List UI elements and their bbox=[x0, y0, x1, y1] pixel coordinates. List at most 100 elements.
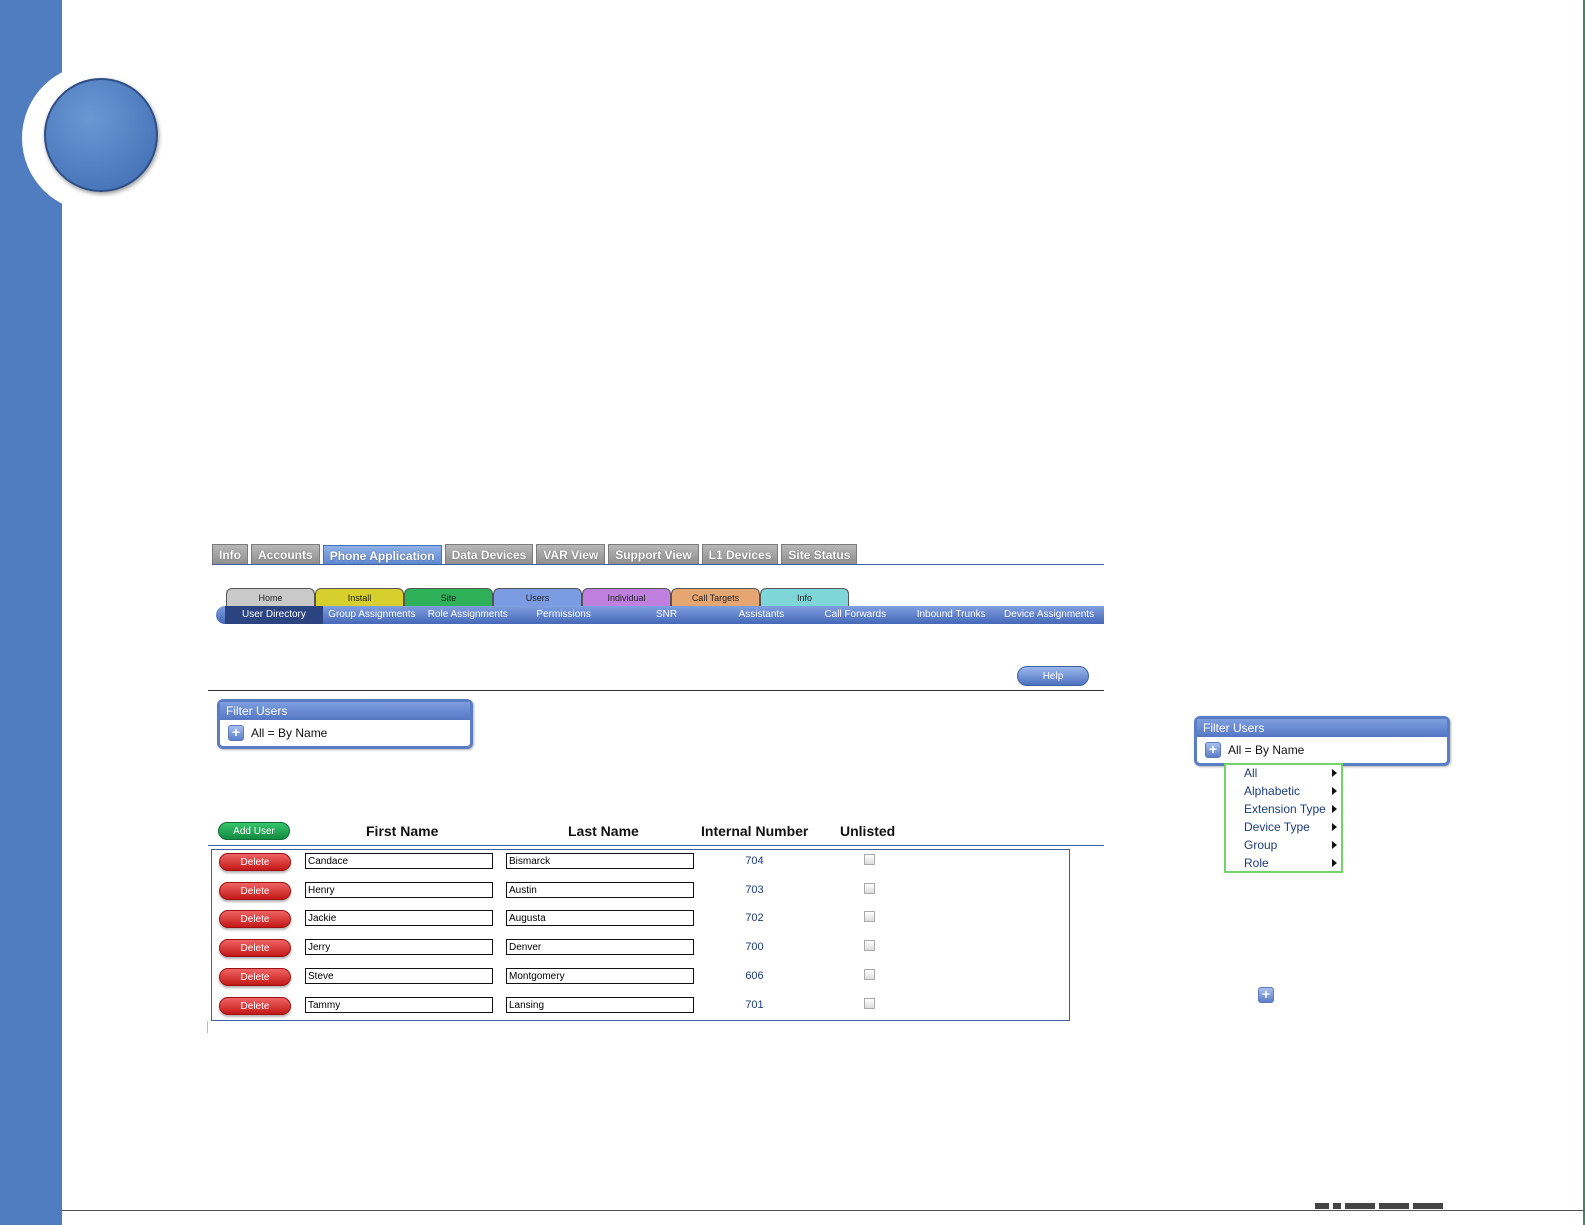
column-header-first-name: First Name bbox=[366, 823, 439, 839]
unlisted-checkbox[interactable] bbox=[864, 883, 875, 894]
column-header-unlisted: Unlisted bbox=[840, 823, 896, 839]
tab-support-view[interactable]: Support View bbox=[608, 544, 699, 564]
internal-number: 700 bbox=[745, 941, 764, 953]
filter-users-title: Filter Users bbox=[1197, 719, 1447, 737]
chevron-right-icon bbox=[1332, 769, 1337, 777]
plus-icon[interactable]: + bbox=[228, 725, 244, 741]
tab-site-status[interactable]: Site Status bbox=[781, 544, 858, 564]
section-tab-info[interactable]: Info bbox=[760, 588, 849, 606]
page: { "top_tabs": [ {"label": "Info", "activ… bbox=[0, 0, 1585, 1225]
last-name-field[interactable] bbox=[506, 968, 694, 984]
table-row: Delete 606 bbox=[212, 966, 1069, 994]
subnav-permissions[interactable]: Permissions bbox=[515, 606, 613, 624]
delete-button[interactable]: Delete bbox=[219, 997, 291, 1015]
last-name-field[interactable] bbox=[506, 853, 694, 869]
unlisted-checkbox[interactable] bbox=[864, 969, 875, 980]
table-row: Delete 702 bbox=[212, 908, 1069, 936]
tab-var-view[interactable]: VAR View bbox=[536, 544, 606, 564]
unlisted-checkbox[interactable] bbox=[864, 854, 875, 865]
header-divider bbox=[208, 845, 1104, 846]
subnav-group-assignments[interactable]: Group Assignments bbox=[323, 606, 421, 624]
plus-icon[interactable]: + bbox=[1258, 987, 1274, 1003]
internal-number: 704 bbox=[745, 855, 764, 867]
add-user-button[interactable]: Add User bbox=[218, 822, 290, 840]
unlisted-checkbox[interactable] bbox=[864, 911, 875, 922]
subnav-assistants[interactable]: Assistants bbox=[720, 606, 802, 624]
tab-accounts[interactable]: Accounts bbox=[251, 544, 320, 564]
delete-button[interactable]: Delete bbox=[219, 910, 291, 928]
section-tab-users[interactable]: Users bbox=[493, 588, 582, 606]
filter-dropdown-menu: All Alphabetic Extension Type Device Typ… bbox=[1224, 763, 1343, 873]
column-header-internal-number: Internal Number bbox=[701, 823, 809, 839]
chevron-right-icon bbox=[1332, 823, 1337, 831]
delete-button[interactable]: Delete bbox=[219, 939, 291, 957]
subnav-device-assignments[interactable]: Device Assignments bbox=[994, 606, 1104, 624]
user-table: Delete 704 Delete 703 Delete 702 Delete … bbox=[211, 849, 1070, 1021]
help-divider bbox=[208, 690, 1104, 691]
first-name-field[interactable] bbox=[305, 939, 493, 955]
first-name-field[interactable] bbox=[305, 853, 493, 869]
subnav-user-directory[interactable]: User Directory bbox=[225, 606, 323, 624]
unlisted-checkbox[interactable] bbox=[864, 998, 875, 1009]
filter-users-panel-expanded: Filter Users + All = By Name bbox=[1194, 716, 1450, 766]
internal-number: 703 bbox=[745, 884, 764, 896]
first-name-field[interactable] bbox=[305, 910, 493, 926]
filter-users-panel: Filter Users + All = By Name bbox=[217, 699, 473, 749]
chevron-right-icon bbox=[1332, 787, 1337, 795]
filter-users-value: All = By Name bbox=[1228, 743, 1305, 757]
tab-l1-devices[interactable]: L1 Devices bbox=[701, 544, 779, 564]
menu-item-extension-type[interactable]: Extension Type bbox=[1244, 802, 1326, 816]
last-name-field[interactable] bbox=[506, 939, 694, 955]
help-button[interactable]: Help bbox=[1017, 666, 1089, 686]
top-tab-bar: Info Accounts Phone Application Data Dev… bbox=[212, 544, 858, 565]
tab-data-devices[interactable]: Data Devices bbox=[444, 544, 534, 564]
table-row: Delete 703 bbox=[212, 880, 1069, 908]
tab-info[interactable]: Info bbox=[212, 544, 248, 564]
filter-users-title: Filter Users bbox=[220, 702, 470, 720]
internal-number: 606 bbox=[745, 970, 764, 982]
filter-users-value: All = By Name bbox=[251, 726, 328, 740]
chevron-right-icon bbox=[1332, 859, 1337, 867]
last-name-field[interactable] bbox=[506, 882, 694, 898]
section-tab-individual[interactable]: Individual bbox=[582, 588, 671, 606]
filter-users-body: + All = By Name bbox=[1197, 737, 1447, 763]
chevron-right-icon bbox=[1332, 805, 1337, 813]
last-name-field[interactable] bbox=[506, 997, 694, 1013]
section-tab-site[interactable]: Site bbox=[404, 588, 493, 606]
subnav-snr[interactable]: SNR bbox=[613, 606, 721, 624]
table-row: Delete 701 bbox=[212, 995, 1069, 1023]
section-tab-bar: Home Install Site Users Individual Call … bbox=[226, 588, 849, 606]
column-header-last-name: Last Name bbox=[568, 823, 639, 839]
delete-button[interactable]: Delete bbox=[219, 882, 291, 900]
table-row: Delete 704 bbox=[212, 851, 1069, 879]
first-name-field[interactable] bbox=[305, 968, 493, 984]
subnav-role-assignments[interactable]: Role Assignments bbox=[421, 606, 515, 624]
chevron-right-icon bbox=[1332, 841, 1337, 849]
subnav-inbound-trunks[interactable]: Inbound Trunks bbox=[908, 606, 994, 624]
menu-item-device-type[interactable]: Device Type bbox=[1244, 820, 1310, 834]
filter-users-body: + All = By Name bbox=[220, 720, 470, 746]
first-name-field[interactable] bbox=[305, 997, 493, 1013]
delete-button[interactable]: Delete bbox=[219, 853, 291, 871]
first-name-field[interactable] bbox=[305, 882, 493, 898]
subnav-call-forwards[interactable]: Call Forwards bbox=[802, 606, 908, 624]
corner-mark bbox=[1311, 1203, 1571, 1217]
menu-item-all[interactable]: All bbox=[1244, 766, 1257, 780]
sub-nav-bar: User Directory Group Assignments Role As… bbox=[216, 606, 1104, 624]
section-tab-home[interactable]: Home bbox=[226, 588, 315, 606]
table-row: Delete 700 bbox=[212, 937, 1069, 965]
menu-item-role[interactable]: Role bbox=[1244, 856, 1269, 870]
delete-button[interactable]: Delete bbox=[219, 968, 291, 986]
internal-number: 702 bbox=[745, 912, 764, 924]
section-tab-install[interactable]: Install bbox=[315, 588, 404, 606]
unlisted-checkbox[interactable] bbox=[864, 940, 875, 951]
section-tab-call-targets[interactable]: Call Targets bbox=[671, 588, 760, 606]
last-name-field[interactable] bbox=[506, 910, 694, 926]
top-tab-underline bbox=[212, 564, 1104, 565]
blue-circle-icon bbox=[44, 78, 158, 192]
internal-number: 701 bbox=[745, 999, 764, 1011]
plus-icon[interactable]: + bbox=[1205, 742, 1221, 758]
tab-phone-application[interactable]: Phone Application bbox=[322, 545, 442, 565]
menu-item-group[interactable]: Group bbox=[1244, 838, 1277, 852]
menu-item-alphabetic[interactable]: Alphabetic bbox=[1244, 784, 1300, 798]
